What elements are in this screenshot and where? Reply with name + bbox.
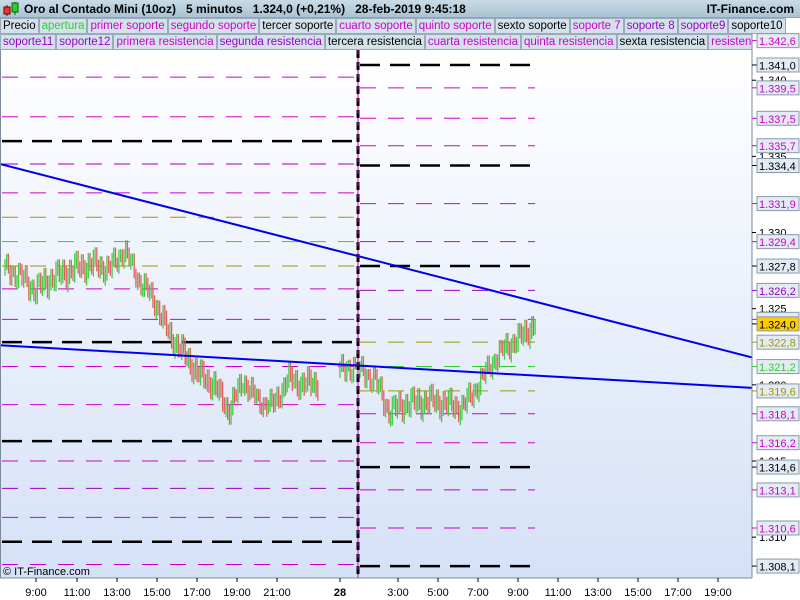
time-tick: 13:00 (103, 587, 131, 599)
svg-text:1.324,0: 1.324,0 (759, 319, 796, 331)
time-tick: 19:00 (223, 587, 251, 599)
svg-text:1.327,8: 1.327,8 (759, 262, 796, 274)
copyright: © IT-Finance.com (3, 566, 90, 578)
svg-text:1.329,4: 1.329,4 (759, 237, 796, 249)
svg-text:1.339,5: 1.339,5 (759, 83, 796, 95)
time-tick: 15:00 (624, 587, 652, 599)
svg-text:1.322,8: 1.322,8 (759, 338, 796, 350)
svg-text:1.308,1: 1.308,1 (759, 562, 796, 574)
level-price-label: 1.326,2 (752, 282, 800, 298)
plot-area (0, 50, 752, 578)
svg-text:1.310,6: 1.310,6 (759, 523, 796, 535)
level-price-label: 1.321,2 (752, 359, 800, 375)
svg-text:1.335,7: 1.335,7 (759, 141, 796, 153)
level-price-label: 1.322,8 (752, 334, 800, 350)
time-tick: 7:00 (467, 587, 488, 599)
level-price-label: 1.327,8 (752, 258, 800, 274)
level-price-label: 1.337,5 (752, 110, 800, 126)
svg-text:1.337,5: 1.337,5 (759, 114, 796, 126)
current-price-label: 1.324,0 (752, 316, 800, 332)
time-tick: 17:00 (183, 587, 211, 599)
level-price-label: 1.335,7 (752, 138, 800, 154)
svg-text:1.331,9: 1.331,9 (759, 199, 796, 211)
svg-text:1.326,2: 1.326,2 (759, 286, 796, 298)
price-chart[interactable]: © IT-Finance.com 1.3401.3351.3301.3251.3… (0, 0, 800, 600)
level-price-label: 1.308,1 (752, 558, 800, 574)
svg-text:1.342,6: 1.342,6 (759, 36, 796, 48)
svg-text:1.341,0: 1.341,0 (759, 61, 796, 73)
level-price-label: 1.339,5 (752, 80, 800, 96)
time-tick: 5:00 (427, 587, 448, 599)
level-price-label: 1.334,4 (752, 158, 800, 174)
level-price-label: 1.331,9 (752, 196, 800, 212)
time-tick: 11:00 (545, 587, 572, 599)
svg-text:1.313,1: 1.313,1 (759, 485, 796, 497)
svg-text:1.321,2: 1.321,2 (759, 362, 796, 374)
svg-text:1.314,6: 1.314,6 (759, 463, 796, 475)
time-tick: 9:00 (507, 587, 528, 599)
level-price-label: 1.313,1 (752, 482, 800, 498)
level-price-label: 1.318,1 (752, 406, 800, 422)
level-price-label: 1.314,6 (752, 459, 800, 475)
time-tick: 9:00 (25, 587, 46, 599)
level-price-label: 1.310,6 (752, 520, 800, 536)
svg-text:1.334,4: 1.334,4 (759, 161, 796, 173)
level-price-label: 1.329,4 (752, 234, 800, 250)
time-tick: 11:00 (64, 587, 91, 599)
time-tick: 28 (334, 587, 346, 599)
level-price-label: 1.342,6 (752, 33, 800, 49)
time-tick: 19:00 (704, 587, 732, 599)
level-price-label: 1.341,0 (752, 57, 800, 73)
time-tick: 15:00 (143, 587, 171, 599)
time-tick: 21:00 (263, 587, 291, 599)
svg-text:1.319,6: 1.319,6 (759, 386, 796, 398)
level-price-label: 1.316,2 (752, 435, 800, 451)
level-price-label: 1.319,6 (752, 383, 800, 399)
svg-text:1.316,2: 1.316,2 (759, 438, 796, 450)
time-tick: 3:00 (387, 587, 408, 599)
svg-text:1.318,1: 1.318,1 (759, 409, 796, 421)
time-tick: 17:00 (664, 587, 692, 599)
time-tick: 13:00 (584, 587, 612, 599)
